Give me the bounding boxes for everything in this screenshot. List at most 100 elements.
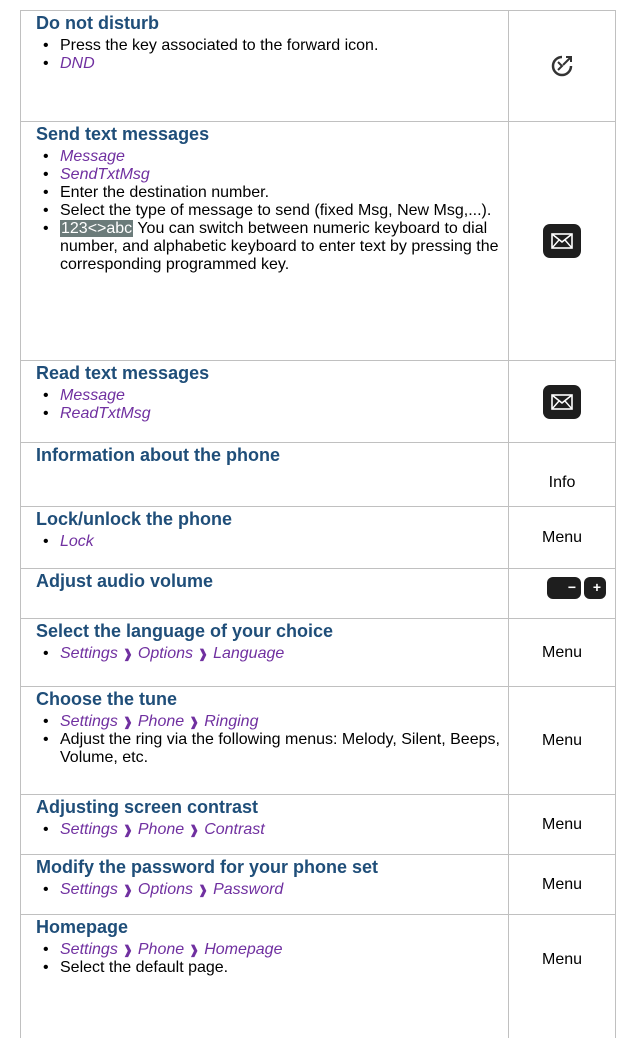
chevron-right-icon: ❱ xyxy=(122,715,133,729)
list-item: Settings ❱ Options ❱ Password xyxy=(36,881,500,899)
minus-glyph: − xyxy=(567,579,576,595)
row-left-cell: Read text messages Message ReadTxtMsg xyxy=(20,361,508,442)
menu-path-item: Password xyxy=(213,881,284,898)
chevron-right-icon: ❱ xyxy=(122,883,133,897)
row-items: Message SendTxtMsg Enter the destination… xyxy=(36,148,500,274)
list-item: Settings ❱ Phone ❱ Ringing xyxy=(36,713,500,731)
item-text: Select the default page. xyxy=(60,959,229,976)
row-do-not-disturb: Do not disturb Press the key associated … xyxy=(20,10,616,121)
row-read-text-messages: Read text messages Message ReadTxtMsg xyxy=(20,360,616,442)
row-items: Press the key associated to the forward … xyxy=(36,37,500,73)
key-label: Info xyxy=(548,473,576,491)
row-right-cell: Menu xyxy=(508,687,616,794)
row-title: Information about the phone xyxy=(36,445,280,465)
row-select-language: Select the language of your choice Setti… xyxy=(20,618,616,686)
row-title: Homepage xyxy=(36,917,129,937)
menu-path-item: Ringing xyxy=(204,713,259,730)
list-item: Enter the destination number. xyxy=(36,184,500,202)
plus-glyph: + xyxy=(592,579,601,595)
row-information-about-phone: Information about the phone Info xyxy=(20,442,616,506)
row-modify-password: Modify the password for your phone set S… xyxy=(20,854,616,914)
row-title: Modify the password for your phone set xyxy=(36,857,379,877)
key-label: Menu xyxy=(541,951,583,968)
list-item: Select the default page. xyxy=(36,959,500,977)
row-items: Lock xyxy=(36,533,500,551)
row-left-cell: Select the language of your choice Setti… xyxy=(20,619,508,686)
menu-path-item: Settings xyxy=(60,821,118,838)
menu-path-item: SendTxtMsg xyxy=(60,166,150,183)
menu-path-item: Settings xyxy=(60,941,118,958)
key-label: Menu xyxy=(541,731,583,749)
row-homepage: Homepage Settings ❱ Phone ❱ Homepage Select … xyxy=(20,914,616,1038)
row-right-cell: Menu xyxy=(508,855,616,914)
row-right-cell: Menu xyxy=(508,619,616,686)
menu-path-item: Phone xyxy=(137,821,185,838)
row-title: Adjust audio volume xyxy=(36,571,214,591)
row-left-cell: Adjust audio volume xyxy=(20,569,508,618)
chevron-right-icon: ❱ xyxy=(189,823,200,837)
chevron-right-icon: ❱ xyxy=(198,883,209,897)
row-items: Settings ❱ Options ❱ Password xyxy=(36,881,500,899)
menu-path-item: Language xyxy=(213,645,285,662)
row-items: Settings ❱ Phone ❱ Ringing Adjust the ring v… xyxy=(36,713,500,767)
list-item: ReadTxtMsg xyxy=(36,405,500,423)
row-left-cell: Do not disturb Press the key associated … xyxy=(20,11,508,121)
row-right-cell xyxy=(508,361,616,442)
menu-path-item: Lock xyxy=(60,533,94,550)
list-item: Message xyxy=(36,148,500,166)
chevron-right-icon: ❱ xyxy=(198,647,209,661)
menu-path-item: Settings xyxy=(60,645,118,662)
row-items: Settings ❱ Phone ❱ Homepage Select the defau… xyxy=(36,941,500,977)
row-left-cell: Lock/unlock the phone Lock xyxy=(20,507,508,568)
row-title: Do not disturb xyxy=(36,13,159,33)
row-title: Select the language of your choice xyxy=(36,621,334,641)
volume-keys-icon: − + xyxy=(547,577,606,599)
list-item: Message xyxy=(36,387,500,405)
list-item: Settings ❱ Phone ❱ Contrast xyxy=(36,821,500,839)
list-item: Adjust the ring via the following menus:… xyxy=(36,731,500,767)
row-send-text-messages: Send text messages Message SendTxtMsg En… xyxy=(20,121,616,360)
item-text: Adjust the ring via the following menus:… xyxy=(60,731,500,766)
row-title: Send text messages xyxy=(36,124,210,144)
row-items: Settings ❱ Options ❱ Language xyxy=(36,645,500,663)
menu-path-item: Settings xyxy=(60,713,118,730)
menu-path-item: Phone xyxy=(137,713,185,730)
list-item: Settings ❱ Phone ❱ Homepage xyxy=(36,941,500,959)
chevron-right-icon: ❱ xyxy=(122,647,133,661)
chevron-right-icon: ❱ xyxy=(189,943,200,957)
list-item: Select the type of message to send (fixe… xyxy=(36,202,500,220)
row-left-cell: Adjusting screen contrast Settings ❱ Phone… xyxy=(20,795,508,854)
envelope-key-icon xyxy=(543,224,581,258)
row-left-cell: Modify the password for your phone set S… xyxy=(20,855,508,914)
item-text: Select the type of message to send (fixe… xyxy=(60,202,492,219)
key-label: Menu xyxy=(541,528,583,546)
envelope-icon xyxy=(551,233,573,249)
item-text: Enter the destination number. xyxy=(60,184,270,201)
row-screen-contrast: Adjusting screen contrast Settings ❱ Phone… xyxy=(20,794,616,854)
key-label: Menu xyxy=(541,875,583,893)
list-item: Lock xyxy=(36,533,500,551)
row-items: Message ReadTxtMsg xyxy=(36,387,500,423)
chevron-right-icon: ❱ xyxy=(189,715,200,729)
list-item: Settings ❱ Options ❱ Language xyxy=(36,645,500,663)
item-text: Press the key associated to the forward … xyxy=(60,37,379,54)
envelope-icon xyxy=(551,393,573,410)
row-right-cell: − + xyxy=(508,569,616,618)
row-left-cell: Send text messages Message SendTxtMsg En… xyxy=(20,122,508,360)
list-item: 123<>abc You can switch between numeric … xyxy=(36,220,500,274)
row-title: Read text messages xyxy=(36,363,210,383)
row-right-cell xyxy=(508,11,616,121)
envelope-key-icon xyxy=(543,384,581,419)
row-title: Lock/unlock the phone xyxy=(36,509,233,529)
menu-path-item: Message xyxy=(60,387,125,404)
forward-icon xyxy=(551,55,573,77)
row-items: Settings ❱ Phone ❱ Contrast xyxy=(36,821,500,839)
menu-path-item: Phone xyxy=(137,941,185,958)
row-choose-tune: Choose the tune Settings ❱ Phone ❱ Ringing A… xyxy=(20,686,616,794)
list-item: DND xyxy=(36,55,500,73)
row-right-cell: Menu xyxy=(508,915,616,1038)
menu-path-item: Contrast xyxy=(204,821,265,838)
row-right-cell: Menu xyxy=(508,507,616,568)
volume-down-icon: − xyxy=(547,577,581,599)
menu-path-item: Message xyxy=(60,148,125,165)
